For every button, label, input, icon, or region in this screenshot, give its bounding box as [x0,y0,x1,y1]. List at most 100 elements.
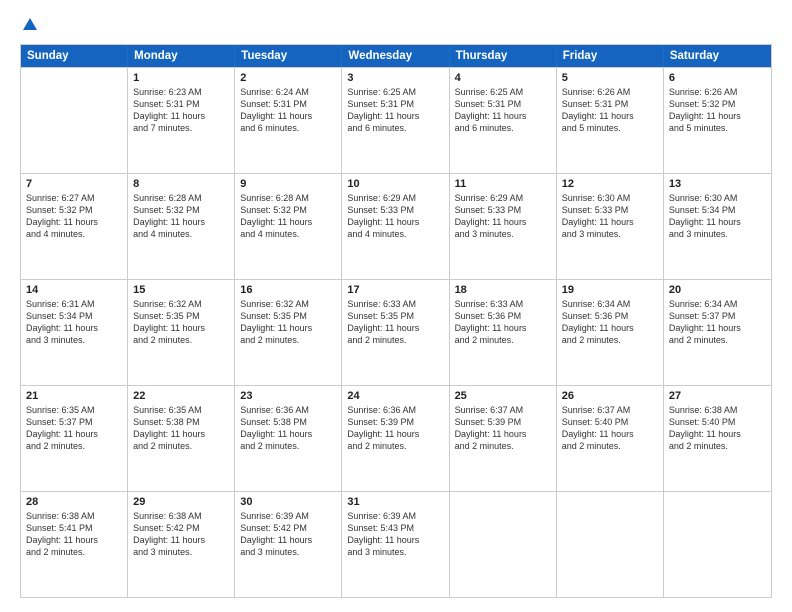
cell-info-line: Daylight: 11 hours [455,110,551,122]
calendar-cell: 4Sunrise: 6:25 AMSunset: 5:31 PMDaylight… [450,68,557,173]
cell-info-line: Sunrise: 6:38 AM [26,510,122,522]
day-number: 26 [562,390,658,402]
calendar-cell: 22Sunrise: 6:35 AMSunset: 5:38 PMDayligh… [128,386,235,491]
cell-info-line: and 2 minutes. [26,546,122,558]
day-number: 11 [455,178,551,190]
calendar-cell: 2Sunrise: 6:24 AMSunset: 5:31 PMDaylight… [235,68,342,173]
day-number: 14 [26,284,122,296]
day-number: 22 [133,390,229,402]
cell-info-line: and 3 minutes. [133,546,229,558]
cell-info-line: Sunrise: 6:35 AM [133,404,229,416]
cell-info-line: Sunset: 5:33 PM [562,204,658,216]
cell-info-line: Sunset: 5:36 PM [562,310,658,322]
cell-info-line: Sunset: 5:34 PM [669,204,766,216]
cell-info-line: Sunset: 5:36 PM [455,310,551,322]
day-number: 3 [347,72,443,84]
calendar-cell: 6Sunrise: 6:26 AMSunset: 5:32 PMDaylight… [664,68,771,173]
calendar-cell: 8Sunrise: 6:28 AMSunset: 5:32 PMDaylight… [128,174,235,279]
day-number: 5 [562,72,658,84]
cell-info-line: Daylight: 11 hours [240,110,336,122]
cell-info-line: Sunrise: 6:35 AM [26,404,122,416]
calendar-cell: 3Sunrise: 6:25 AMSunset: 5:31 PMDaylight… [342,68,449,173]
cell-info-line: Daylight: 11 hours [562,216,658,228]
cell-info-line: Sunrise: 6:30 AM [669,192,766,204]
day-number: 12 [562,178,658,190]
calendar-row-1: 7Sunrise: 6:27 AMSunset: 5:32 PMDaylight… [21,173,771,279]
day-number: 9 [240,178,336,190]
logo-icon [21,16,39,34]
calendar-row-3: 21Sunrise: 6:35 AMSunset: 5:37 PMDayligh… [21,385,771,491]
cell-info-line: Daylight: 11 hours [133,534,229,546]
cell-info-line: Sunset: 5:43 PM [347,522,443,534]
calendar-cell: 25Sunrise: 6:37 AMSunset: 5:39 PMDayligh… [450,386,557,491]
cell-info-line: Daylight: 11 hours [26,428,122,440]
cell-info-line: Daylight: 11 hours [455,428,551,440]
cell-info-line: Sunrise: 6:33 AM [455,298,551,310]
cell-info-line: and 2 minutes. [562,440,658,452]
calendar-cell: 26Sunrise: 6:37 AMSunset: 5:40 PMDayligh… [557,386,664,491]
cell-info-line: Daylight: 11 hours [240,534,336,546]
calendar-cell [21,68,128,173]
calendar: SundayMondayTuesdayWednesdayThursdayFrid… [20,44,772,598]
calendar-cell [557,492,664,597]
header-cell-sunday: Sunday [21,45,128,67]
cell-info-line: Sunrise: 6:30 AM [562,192,658,204]
cell-info-line: Sunset: 5:35 PM [347,310,443,322]
cell-info-line: Sunrise: 6:28 AM [133,192,229,204]
calendar-cell: 24Sunrise: 6:36 AMSunset: 5:39 PMDayligh… [342,386,449,491]
calendar-cell: 7Sunrise: 6:27 AMSunset: 5:32 PMDaylight… [21,174,128,279]
calendar-cell: 14Sunrise: 6:31 AMSunset: 5:34 PMDayligh… [21,280,128,385]
cell-info-line: Daylight: 11 hours [562,110,658,122]
cell-info-line: Sunset: 5:40 PM [669,416,766,428]
cell-info-line: Sunset: 5:33 PM [347,204,443,216]
cell-info-line: Sunrise: 6:25 AM [455,86,551,98]
cell-info-line: Daylight: 11 hours [347,322,443,334]
cell-info-line: Daylight: 11 hours [240,428,336,440]
cell-info-line: Daylight: 11 hours [240,322,336,334]
cell-info-line: and 2 minutes. [455,334,551,346]
day-number: 4 [455,72,551,84]
calendar-cell: 30Sunrise: 6:39 AMSunset: 5:42 PMDayligh… [235,492,342,597]
cell-info-line: Sunset: 5:40 PM [562,416,658,428]
cell-info-line: Sunrise: 6:36 AM [347,404,443,416]
header-cell-wednesday: Wednesday [342,45,449,67]
header-cell-monday: Monday [128,45,235,67]
cell-info-line: and 3 minutes. [347,546,443,558]
cell-info-line: and 4 minutes. [26,228,122,240]
cell-info-line: and 2 minutes. [562,334,658,346]
cell-info-line: Sunset: 5:35 PM [240,310,336,322]
cell-info-line: Sunrise: 6:36 AM [240,404,336,416]
cell-info-line: and 4 minutes. [347,228,443,240]
cell-info-line: Sunrise: 6:38 AM [133,510,229,522]
calendar-cell: 20Sunrise: 6:34 AMSunset: 5:37 PMDayligh… [664,280,771,385]
cell-info-line: Daylight: 11 hours [133,216,229,228]
day-number: 25 [455,390,551,402]
calendar-cell: 5Sunrise: 6:26 AMSunset: 5:31 PMDaylight… [557,68,664,173]
header-cell-thursday: Thursday [450,45,557,67]
calendar-cell: 21Sunrise: 6:35 AMSunset: 5:37 PMDayligh… [21,386,128,491]
cell-info-line: and 2 minutes. [669,334,766,346]
cell-info-line: Sunset: 5:37 PM [26,416,122,428]
cell-info-line: Daylight: 11 hours [562,428,658,440]
calendar-cell: 13Sunrise: 6:30 AMSunset: 5:34 PMDayligh… [664,174,771,279]
day-number: 6 [669,72,766,84]
cell-info-line: Sunrise: 6:33 AM [347,298,443,310]
cell-info-line: and 2 minutes. [133,440,229,452]
cell-info-line: Sunrise: 6:24 AM [240,86,336,98]
day-number: 2 [240,72,336,84]
cell-info-line: Daylight: 11 hours [347,534,443,546]
cell-info-line: and 2 minutes. [240,440,336,452]
cell-info-line: Daylight: 11 hours [669,110,766,122]
calendar-cell [664,492,771,597]
calendar-cell: 10Sunrise: 6:29 AMSunset: 5:33 PMDayligh… [342,174,449,279]
header-cell-friday: Friday [557,45,664,67]
cell-info-line: Sunset: 5:42 PM [133,522,229,534]
cell-info-line: Sunrise: 6:26 AM [669,86,766,98]
day-number: 17 [347,284,443,296]
calendar-body: 1Sunrise: 6:23 AMSunset: 5:31 PMDaylight… [21,67,771,597]
cell-info-line: Daylight: 11 hours [562,322,658,334]
calendar-row-0: 1Sunrise: 6:23 AMSunset: 5:31 PMDaylight… [21,67,771,173]
cell-info-line: Sunrise: 6:34 AM [562,298,658,310]
calendar-cell: 19Sunrise: 6:34 AMSunset: 5:36 PMDayligh… [557,280,664,385]
cell-info-line: and 5 minutes. [669,122,766,134]
